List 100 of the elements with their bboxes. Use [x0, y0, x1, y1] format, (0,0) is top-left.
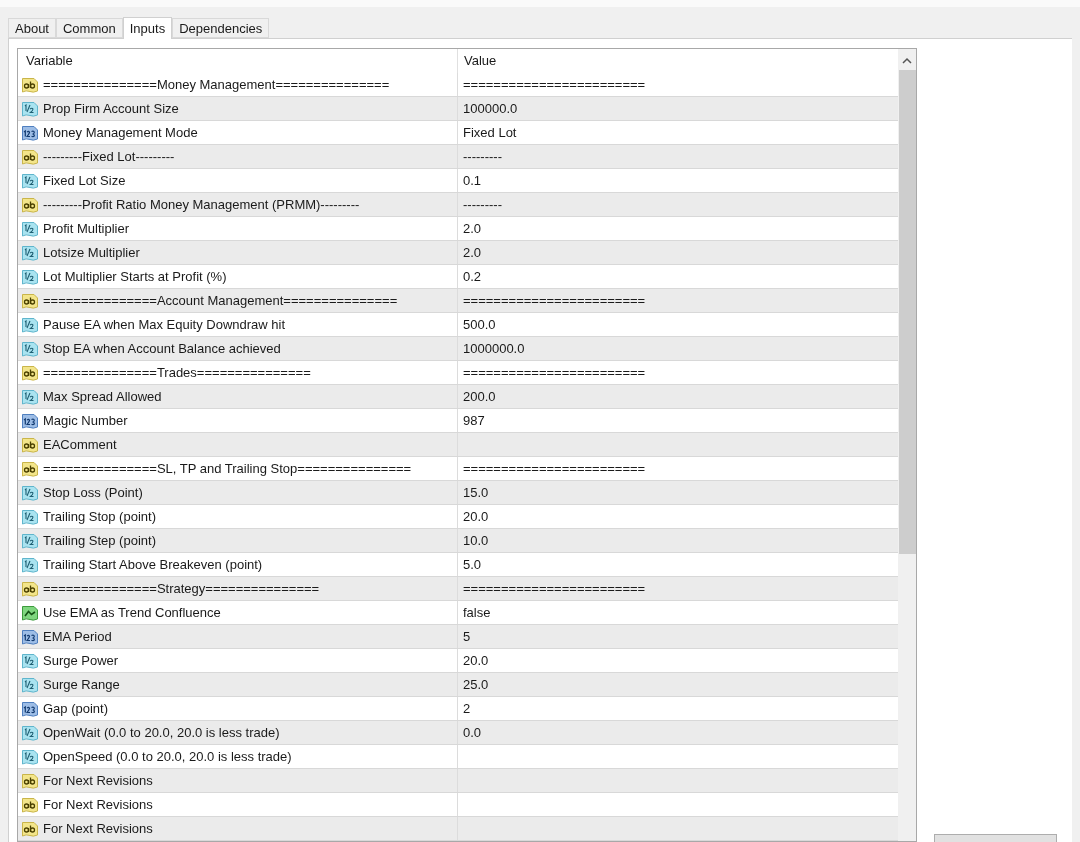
- variable-name: ---------Fixed Lot---------: [43, 147, 175, 166]
- table-row[interactable]: Surge Power 20.0: [18, 649, 898, 673]
- variable-name: Use EMA as Trend Confluence: [43, 603, 221, 622]
- fraction-type-icon: [21, 243, 39, 262]
- table-row[interactable]: Stop Loss (Point) 15.0: [18, 481, 898, 505]
- column-header[interactable]: Value: [458, 49, 898, 73]
- variable-name: ===============Strategy===============: [43, 579, 320, 598]
- value-cell[interactable]: 200.0: [463, 386, 496, 407]
- table-row[interactable]: Max Spread Allowed 200.0: [18, 385, 898, 409]
- value-cell[interactable]: 2.0: [463, 242, 482, 263]
- table-row[interactable]: Use EMA as Trend Confluence false: [18, 601, 898, 625]
- text-type-icon: [21, 363, 39, 382]
- value-cell[interactable]: false: [463, 602, 491, 623]
- variable-name: Trailing Step (point): [43, 531, 156, 550]
- table-row[interactable]: ===============Trades=============== ========================: [18, 361, 898, 385]
- value-cell[interactable]: ========================: [463, 74, 646, 95]
- value-cell[interactable]: 5: [463, 626, 471, 647]
- fraction-type-icon: [21, 531, 39, 550]
- value-cell[interactable]: 15.0: [463, 482, 489, 503]
- fraction-type-icon: [21, 675, 39, 694]
- fraction-type-icon: [21, 315, 39, 334]
- table-row[interactable]: Magic Number 987: [18, 409, 898, 433]
- text-type-icon: [21, 579, 39, 598]
- number-type-icon: [21, 699, 39, 718]
- table-row[interactable]: ---------Fixed Lot--------- ---------: [18, 145, 898, 169]
- scroll-thumb[interactable]: [898, 70, 916, 554]
- variable-name: Lot Multiplier Starts at Profit (%): [43, 267, 227, 286]
- value-cell[interactable]: 100000.0: [463, 98, 518, 119]
- fraction-type-icon: [21, 723, 39, 742]
- table-row[interactable]: Trailing Start Above Breakeven (point) 5.0: [18, 553, 898, 577]
- fraction-type-icon: [21, 99, 39, 118]
- table-row[interactable]: For Next Revisions: [18, 817, 898, 841]
- value-cell[interactable]: 2: [463, 698, 471, 719]
- table-row[interactable]: Lotsize Multiplier 2.0: [18, 241, 898, 265]
- value-cell[interactable]: ========================: [463, 290, 646, 311]
- table-row[interactable]: For Next Revisions: [18, 769, 898, 793]
- variable-name: Surge Power: [43, 651, 119, 670]
- table-row[interactable]: ===============Account Management=============== ========================: [18, 289, 898, 313]
- table-row[interactable]: Prop Firm Account Size 100000.0: [18, 97, 898, 121]
- variable-name: OpenSpeed (0.0 to 20.0, 20.0 is less trade): [43, 747, 292, 766]
- value-cell[interactable]: 20.0: [463, 506, 489, 527]
- value-cell[interactable]: 0.1: [463, 170, 482, 191]
- table-row[interactable]: Trailing Stop (point) 20.0: [18, 505, 898, 529]
- tab[interactable]: Inputs: [122, 17, 173, 39]
- table-row[interactable]: Fixed Lot Size 0.1: [18, 169, 898, 193]
- number-type-icon: [21, 627, 39, 646]
- table-row[interactable]: For Next Revisions: [18, 793, 898, 817]
- table-row[interactable]: Money Management Mode Fixed Lot: [18, 121, 898, 145]
- table-row[interactable]: Trailing Step (point) 10.0: [18, 529, 898, 553]
- value-cell[interactable]: 0.0: [463, 722, 482, 743]
- value-cell[interactable]: 2.0: [463, 218, 482, 239]
- fraction-type-icon: [21, 555, 39, 574]
- text-type-icon: [21, 459, 39, 478]
- value-cell[interactable]: ---------: [463, 146, 502, 167]
- variable-name: EAComment: [43, 435, 117, 454]
- value-cell[interactable]: 20.0: [463, 650, 489, 671]
- tab[interactable]: About: [8, 18, 56, 38]
- value-cell[interactable]: 500.0: [463, 314, 496, 335]
- value-cell[interactable]: 5.0: [463, 554, 482, 575]
- value-cell[interactable]: 1000000.0: [463, 338, 525, 359]
- text-type-icon: [21, 75, 39, 94]
- variable-name: Gap (point): [43, 699, 109, 718]
- fraction-type-icon: [21, 387, 39, 406]
- variable-name: For Next Revisions: [43, 771, 153, 790]
- value-cell[interactable]: 0.2: [463, 266, 482, 287]
- variable-name: Money Management Mode: [43, 123, 198, 142]
- value-cell[interactable]: ========================: [463, 362, 646, 383]
- table-row[interactable]: Lot Multiplier Starts at Profit (%) 0.2: [18, 265, 898, 289]
- value-cell[interactable]: ---------: [463, 194, 502, 215]
- value-cell[interactable]: ========================: [463, 578, 646, 599]
- tab[interactable]: Common: [56, 18, 123, 38]
- variable-name: Trailing Stop (point): [43, 507, 156, 526]
- scrollbar[interactable]: [898, 49, 916, 841]
- tab[interactable]: Dependencies: [172, 18, 270, 38]
- value-cell[interactable]: ========================: [463, 458, 646, 479]
- scroll-up-icon[interactable]: [902, 57, 912, 64]
- table-row[interactable]: Pause EA when Max Equity Downdraw hit 500.0: [18, 313, 898, 337]
- fraction-type-icon: [21, 651, 39, 670]
- variable-name: ===============Money Management===============: [43, 75, 390, 94]
- dialog-button[interactable]: [934, 834, 1057, 842]
- table-row[interactable]: Profit Multiplier 2.0: [18, 217, 898, 241]
- variable-name: Stop EA when Account Balance achieved: [43, 339, 281, 358]
- table-row[interactable]: ===============Strategy=============== ========================: [18, 577, 898, 601]
- table-row[interactable]: OpenWait (0.0 to 20.0, 20.0 is less trade) 0.0: [18, 721, 898, 745]
- table-row[interactable]: ===============Money Management=============== ========================: [18, 73, 898, 97]
- table-row[interactable]: OpenSpeed (0.0 to 20.0, 20.0 is less trade): [18, 745, 898, 769]
- table-row[interactable]: Gap (point) 2: [18, 697, 898, 721]
- text-type-icon: [21, 435, 39, 454]
- table-row[interactable]: EMA Period 5: [18, 625, 898, 649]
- table-row[interactable]: ---------Profit Ratio Money Management (PRMM)--------- ---------: [18, 193, 898, 217]
- value-cell[interactable]: 987: [463, 410, 485, 431]
- number-type-icon: [21, 123, 39, 142]
- table-row[interactable]: Surge Range 25.0: [18, 673, 898, 697]
- table-row[interactable]: Stop EA when Account Balance achieved 1000000.0: [18, 337, 898, 361]
- fraction-type-icon: [21, 339, 39, 358]
- table-row[interactable]: EAComment: [18, 433, 898, 457]
- table-row[interactable]: ===============SL, TP and Trailing Stop=============== ========================: [18, 457, 898, 481]
- value-cell[interactable]: Fixed Lot: [463, 122, 517, 143]
- value-cell[interactable]: 10.0: [463, 530, 489, 551]
- value-cell[interactable]: 25.0: [463, 674, 489, 695]
